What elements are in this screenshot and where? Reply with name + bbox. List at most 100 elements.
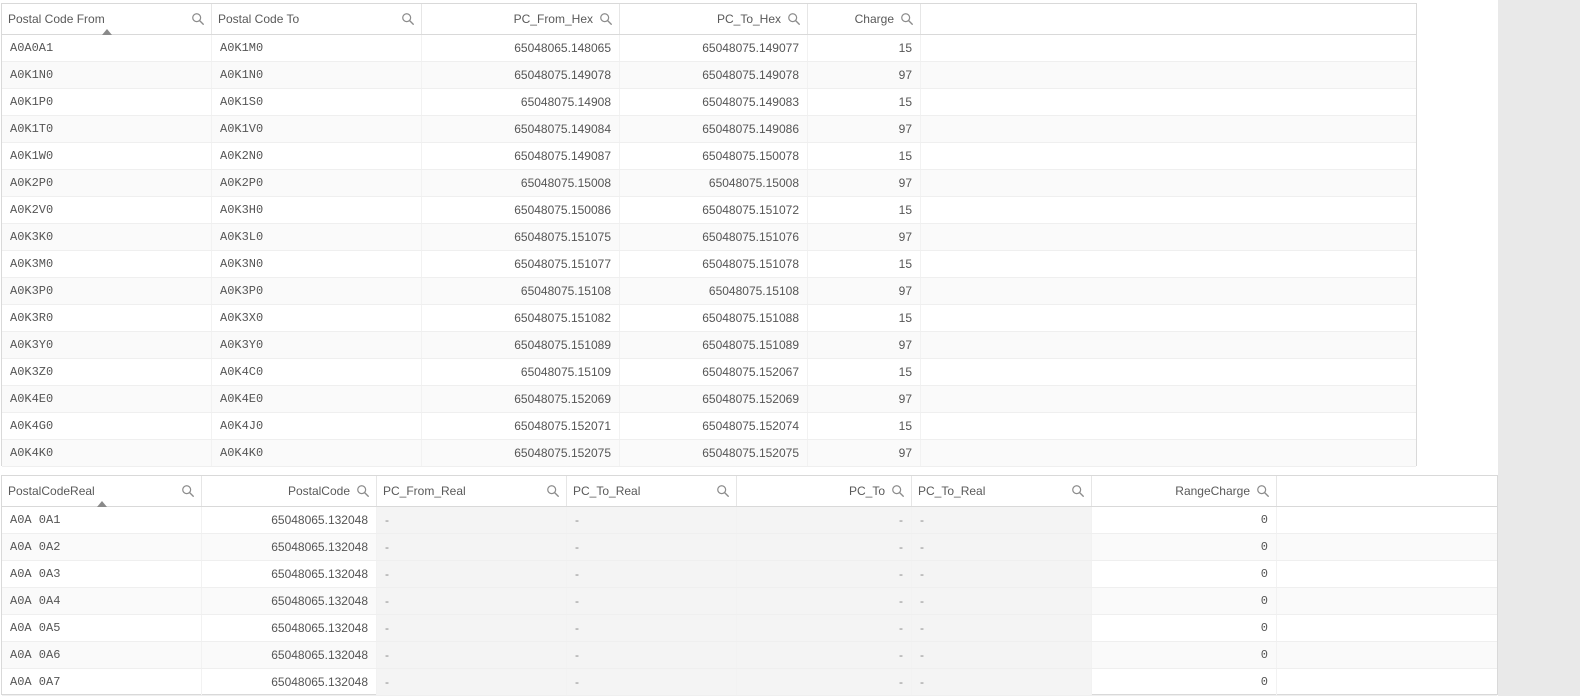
table-cell: A0A 0A6 [2, 642, 202, 668]
column-header-PC_From_Real[interactable]: PC_From_Real [377, 476, 567, 506]
table-cell: 65048075.152069 [422, 386, 620, 412]
table-cell: 97 [808, 62, 921, 88]
search-icon[interactable] [356, 484, 370, 498]
table-cell: 65048075.151078 [620, 251, 808, 277]
table-cell [921, 62, 1416, 88]
search-icon[interactable] [1071, 484, 1085, 498]
table-cell: A0K3X0 [212, 305, 422, 331]
search-icon[interactable] [401, 12, 415, 26]
table-cell: 15 [808, 251, 921, 277]
search-icon[interactable] [900, 12, 914, 26]
table-cell: A0K3L0 [212, 224, 422, 250]
table-cell: A0A 0A3 [2, 561, 202, 587]
table-cell: 65048075.151088 [620, 305, 808, 331]
table-cell: 65048075.149078 [422, 62, 620, 88]
table-cell: 15 [808, 359, 921, 385]
table-cell [921, 251, 1416, 277]
table-cell: A0K1V0 [212, 116, 422, 142]
table-row[interactable]: A0A 0A665048065.132048----0 [2, 642, 1497, 669]
search-icon[interactable] [191, 12, 205, 26]
column-header-PC_To[interactable]: PC_To [737, 476, 912, 506]
table-cell: A0K1N0 [212, 62, 422, 88]
table-cell: 65048075.14908 [422, 89, 620, 115]
column-header-label: PC_To_Hex [626, 12, 781, 26]
search-icon[interactable] [716, 484, 730, 498]
table-row[interactable]: A0A 0A765048065.132048----0 [2, 669, 1497, 696]
table-cell: 65048075.150078 [620, 143, 808, 169]
table-row[interactable]: A0K4G0A0K4J065048075.15207165048075.1520… [2, 413, 1416, 440]
column-header-Postal Code From[interactable]: Postal Code From [2, 4, 212, 34]
column-header-label: RangeCharge [1098, 484, 1250, 498]
column-header-PostalCode[interactable]: PostalCode [202, 476, 377, 506]
column-header-Charge[interactable]: Charge [808, 4, 921, 34]
table-cell: 15 [808, 89, 921, 115]
table-cell: A0A 0A7 [2, 669, 202, 695]
table-cell: 97 [808, 386, 921, 412]
table-cell: 65048075.150086 [422, 197, 620, 223]
column-header-PC_From_Hex[interactable]: PC_From_Hex [422, 4, 620, 34]
table-cell: A0K4E0 [2, 386, 212, 412]
table-row[interactable]: A0A0A1A0K1M065048065.14806565048075.1490… [2, 35, 1416, 62]
search-icon[interactable] [891, 484, 905, 498]
table-row[interactable]: A0K1P0A0K1S065048075.1490865048075.14908… [2, 89, 1416, 116]
table-cell: A0K2N0 [212, 143, 422, 169]
column-header-PC_To_Real[interactable]: PC_To_Real [912, 476, 1092, 506]
table-row[interactable]: A0K3R0A0K3X065048075.15108265048075.1510… [2, 305, 1416, 332]
table-cell: 65048065.132048 [202, 588, 377, 614]
table-cell: A0K3Y0 [212, 332, 422, 358]
table-cell: A0K3Z0 [2, 359, 212, 385]
table-cell: - [377, 669, 567, 695]
table-row[interactable]: A0A 0A565048065.132048----0 [2, 615, 1497, 642]
table-cell: - [912, 561, 1092, 587]
search-icon[interactable] [787, 12, 801, 26]
column-header-PC_To_Hex[interactable]: PC_To_Hex [620, 4, 808, 34]
table-row[interactable]: A0K3M0A0K3N065048075.15107765048075.1510… [2, 251, 1416, 278]
table-row[interactable]: A0K3Y0A0K3Y065048075.15108965048075.1510… [2, 332, 1416, 359]
table-cell: - [912, 669, 1092, 695]
table-row[interactable]: A0A 0A265048065.132048----0 [2, 534, 1497, 561]
search-icon[interactable] [1256, 484, 1270, 498]
table-postal-code-charges[interactable]: Postal Code FromPostal Code To PC_From_He… [1, 3, 1417, 466]
table-row[interactable]: A0K3P0A0K3P065048075.1510865048075.15108… [2, 278, 1416, 305]
column-header-PC_To_Real[interactable]: PC_To_Real [567, 476, 737, 506]
column-header-label: PC_From_Hex [428, 12, 593, 26]
table-cell: A0K3Y0 [2, 332, 212, 358]
table-cell: A0K4J0 [212, 413, 422, 439]
table-row[interactable]: A0K1T0A0K1V065048075.14908465048075.1490… [2, 116, 1416, 143]
column-header-PostalCodeReal[interactable]: PostalCodeReal [2, 476, 202, 506]
table-cell: - [737, 642, 912, 668]
table-cell: 65048075.15109 [422, 359, 620, 385]
table-row[interactable]: A0K1N0A0K1N065048075.14907865048075.1490… [2, 62, 1416, 89]
table-cell: 65048075.151089 [422, 332, 620, 358]
table-cell: 0 [1092, 669, 1277, 695]
table-row[interactable]: A0K2V0A0K3H065048075.15008665048075.1510… [2, 197, 1416, 224]
column-header-Postal Code To[interactable]: Postal Code To [212, 4, 422, 34]
table-row[interactable]: A0K4K0A0K4K065048075.15207565048075.1520… [2, 440, 1416, 467]
table-row[interactable]: A0A 0A465048065.132048----0 [2, 588, 1497, 615]
table-row[interactable]: A0K1W0A0K2N065048075.14908765048075.1500… [2, 143, 1416, 170]
table-cell: A0K3M0 [2, 251, 212, 277]
table-cell: 65048075.15108 [620, 278, 808, 304]
table-cell: 65048065.132048 [202, 615, 377, 641]
column-header-label: PC_To_Real [918, 484, 1065, 498]
table-row[interactable]: A0K3K0A0K3L065048075.15107565048075.1510… [2, 224, 1416, 251]
column-header-RangeCharge[interactable]: RangeCharge [1092, 476, 1277, 506]
table-row[interactable]: A0K3Z0A0K4C065048075.1510965048075.15206… [2, 359, 1416, 386]
table-row[interactable]: A0K2P0A0K2P065048075.1500865048075.15008… [2, 170, 1416, 197]
table-cell: 0 [1092, 588, 1277, 614]
table-cell: 65048075.15008 [422, 170, 620, 196]
table-cell [921, 197, 1416, 223]
table-row[interactable]: A0A 0A365048065.132048----0 [2, 561, 1497, 588]
table-cell [921, 332, 1416, 358]
table-cell [1277, 669, 1497, 695]
search-icon[interactable] [181, 484, 195, 498]
table-cell: A0A 0A2 [2, 534, 202, 560]
table-row[interactable]: A0A 0A165048065.132048----0 [2, 507, 1497, 534]
table-row[interactable]: A0K4E0A0K4E065048075.15206965048075.1520… [2, 386, 1416, 413]
table-cell: 65048065.132048 [202, 561, 377, 587]
table-cell: 0 [1092, 642, 1277, 668]
table-cell: 97 [808, 116, 921, 142]
search-icon[interactable] [599, 12, 613, 26]
search-icon[interactable] [546, 484, 560, 498]
table-postal-code-real[interactable]: PostalCodeRealPostalCodePC_From_RealPC_T… [1, 475, 1498, 695]
